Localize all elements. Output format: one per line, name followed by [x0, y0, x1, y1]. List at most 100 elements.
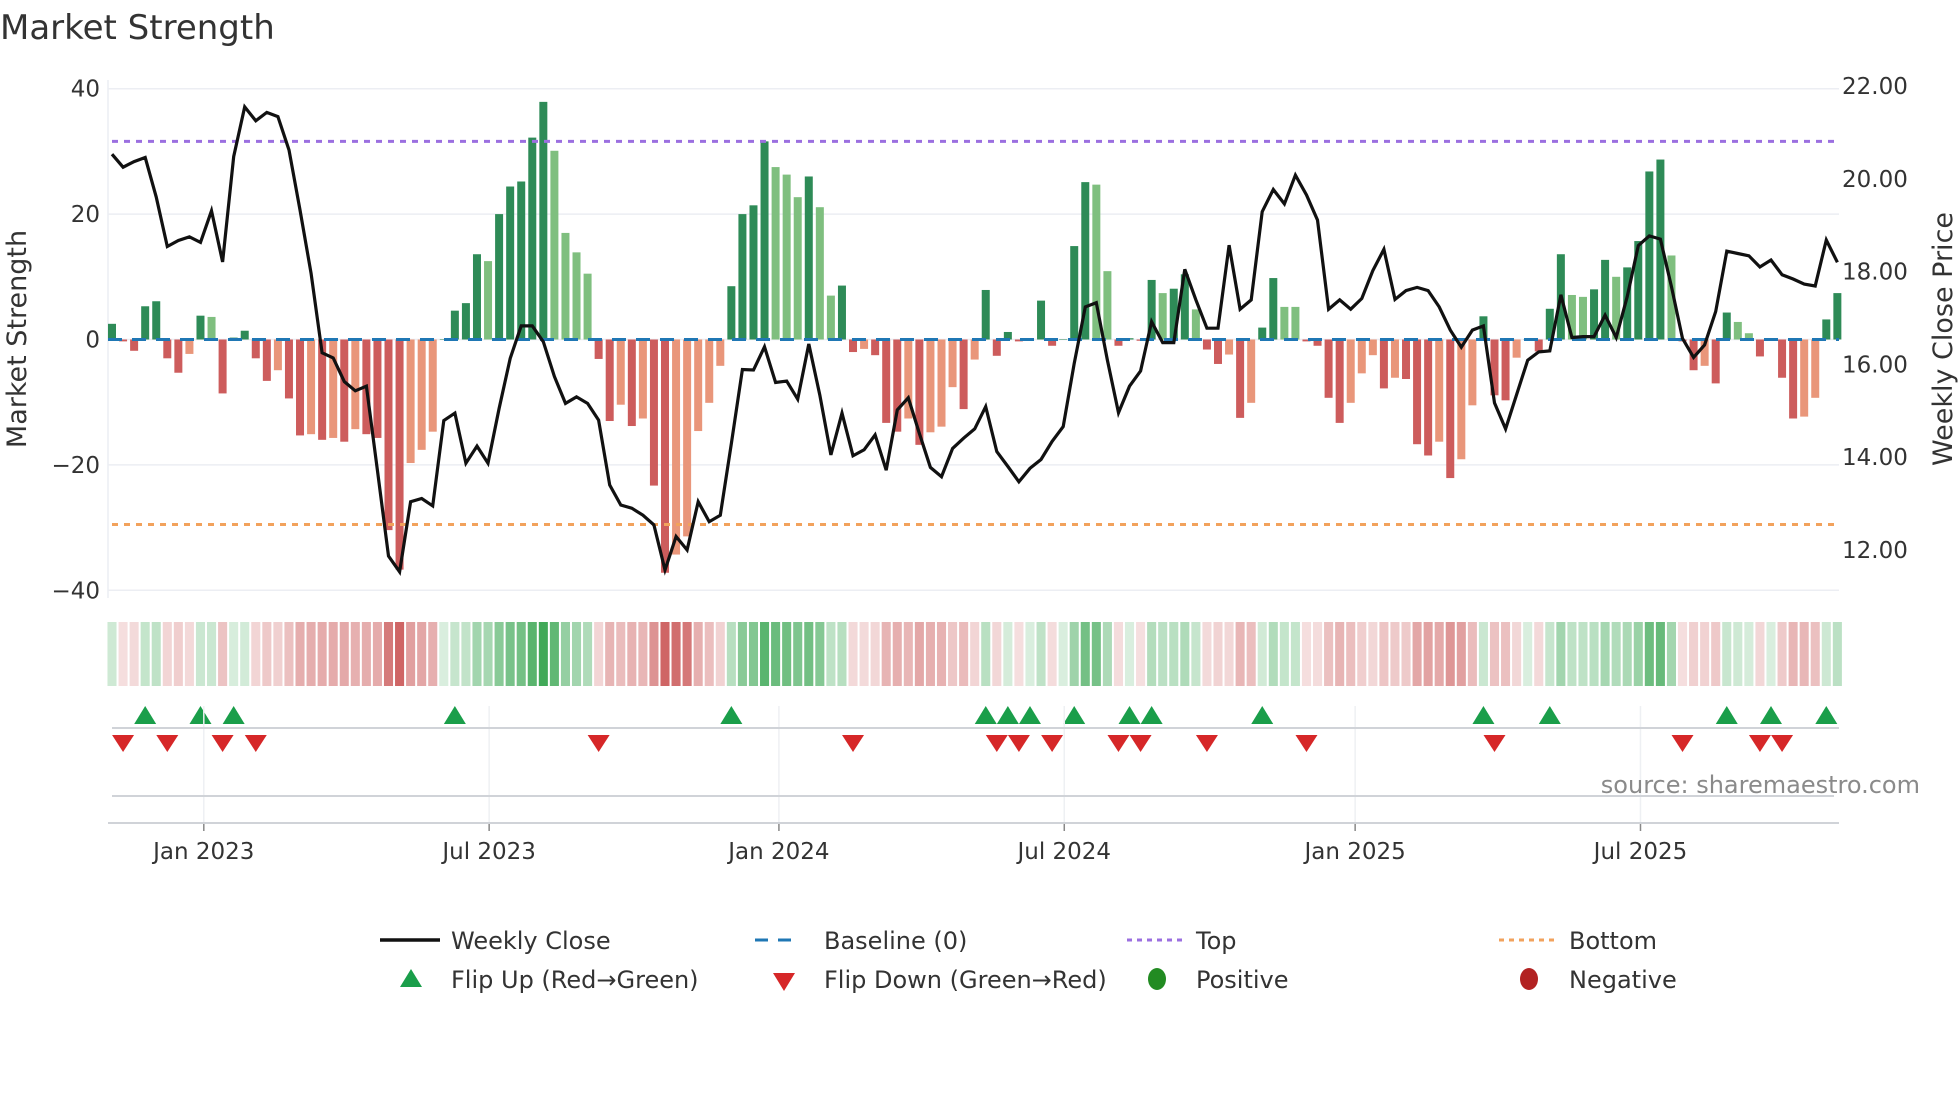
heatmap-cell: [1733, 622, 1743, 686]
strength-bar: [307, 339, 316, 435]
market-strength-chart: Market Strength 40 20 0 −20 −40 22.00 20.00 18…: [0, 8, 1959, 994]
heatmap-cell: [1755, 622, 1765, 686]
strength-heatmap-strip: [107, 622, 1842, 686]
flip-down-marker: [1195, 735, 1218, 752]
y2-tick-label: 20.00: [1842, 167, 1908, 193]
heatmap-cell: [1003, 622, 1013, 686]
strength-bar: [329, 339, 338, 438]
heatmap-cell: [1279, 622, 1289, 686]
strength-bar: [472, 254, 481, 340]
heatmap-cell: [616, 622, 626, 686]
strength-bar: [1435, 339, 1444, 442]
strength-bar: [705, 339, 714, 403]
heatmap-cell: [129, 622, 139, 686]
heatmap-cell: [151, 622, 161, 686]
legend-label: Baseline (0): [824, 927, 967, 955]
heatmap-cell: [1423, 622, 1433, 686]
heatmap-cell: [715, 622, 725, 686]
left-axis-label: Market Strength: [2, 230, 33, 448]
heatmap-cell: [737, 622, 747, 686]
heatmap-cell: [1390, 622, 1400, 686]
heatmap-cell: [748, 622, 759, 686]
legend-label: Top: [1195, 927, 1237, 955]
heatmap-cell: [1456, 622, 1466, 686]
heatmap-cell: [815, 622, 825, 686]
heatmap-cell: [693, 622, 703, 686]
heatmap-cell: [1722, 622, 1732, 686]
heatmap-cell: [1534, 622, 1544, 686]
heatmap-cell: [1290, 622, 1300, 686]
strength-bar: [130, 339, 139, 351]
y2-tick-label: 14.00: [1842, 445, 1908, 471]
heatmap-cell: [793, 622, 803, 686]
heatmap-cell: [1799, 622, 1809, 686]
strength-bar: [539, 101, 548, 340]
heatmap-cell: [1523, 622, 1533, 686]
heatmap-cell: [1346, 622, 1356, 686]
strength-bar: [1247, 339, 1256, 403]
flip-up-marker: [1815, 706, 1838, 724]
heatmap-cell: [1766, 622, 1776, 686]
heatmap-cell: [1014, 622, 1024, 686]
heatmap-cell: [328, 622, 338, 686]
flip-up-marker: [222, 706, 245, 724]
source-label: source: sharemaestro.com: [1601, 771, 1920, 799]
strength-bar: [1833, 293, 1842, 340]
heatmap-cell: [605, 622, 615, 686]
strength-bar: [1158, 293, 1167, 340]
strength-bar: [605, 339, 614, 422]
heatmap-cell: [1113, 622, 1123, 686]
heatmap-cell: [1445, 622, 1455, 686]
legend-item-top: Top: [1127, 927, 1237, 955]
heatmap-cell: [107, 622, 117, 686]
legend-item-negative: Negative: [1520, 966, 1677, 994]
strength-bar: [649, 339, 658, 486]
strength-bar: [1457, 339, 1466, 460]
y-tick-label: 0: [85, 328, 100, 354]
strength-bar: [141, 306, 150, 340]
strength-bar: [815, 207, 824, 340]
heatmap-cell: [516, 622, 526, 686]
heatmap-cell: [870, 622, 880, 686]
heatmap-cell: [218, 622, 228, 686]
heatmap-cell: [1158, 622, 1168, 686]
strength-bar: [638, 339, 647, 419]
heatmap-cell: [383, 622, 394, 686]
heatmap-cell: [240, 622, 250, 686]
heatmap-cell: [660, 622, 670, 686]
strength-bar: [1291, 306, 1300, 340]
flip-down-marker: [1771, 735, 1794, 752]
heatmap-cell: [483, 622, 493, 686]
strength-bar: [1822, 319, 1831, 340]
strength-bar: [937, 339, 946, 427]
strength-bar: [174, 339, 183, 373]
heatmap-cell: [1467, 622, 1477, 686]
strength-bar: [1578, 296, 1587, 340]
flip-up-marker: [443, 706, 466, 724]
strength-bar: [428, 339, 437, 432]
heatmap-cell: [1224, 622, 1234, 686]
strength-bar: [882, 339, 891, 423]
flip-up-marker: [974, 706, 997, 724]
heatmap-cell: [162, 622, 172, 686]
strength-bar: [351, 339, 360, 430]
x-tick-label: Jul 2024: [1015, 839, 1111, 865]
heatmap-cell: [859, 622, 869, 686]
legend-item-flip-up: Flip Up (Red→Green): [400, 966, 699, 994]
strength-bar: [926, 339, 935, 433]
heatmap-cell: [914, 622, 924, 686]
heatmap-cell: [1246, 622, 1256, 686]
heatmap-cell: [306, 622, 316, 686]
legend-label: Negative: [1569, 966, 1677, 994]
heatmap-cell: [372, 622, 382, 686]
strength-bar: [1711, 339, 1720, 384]
strength-bar: [1424, 339, 1433, 456]
flip-up-marker: [720, 706, 743, 724]
strength-bar: [417, 339, 426, 450]
heatmap-cell: [428, 622, 438, 686]
heatmap-cell: [527, 622, 537, 686]
flip-up-marker: [1140, 706, 1163, 724]
strength-bar: [1236, 339, 1245, 418]
heatmap-cell: [1091, 622, 1101, 686]
heatmap-cell: [782, 622, 792, 686]
